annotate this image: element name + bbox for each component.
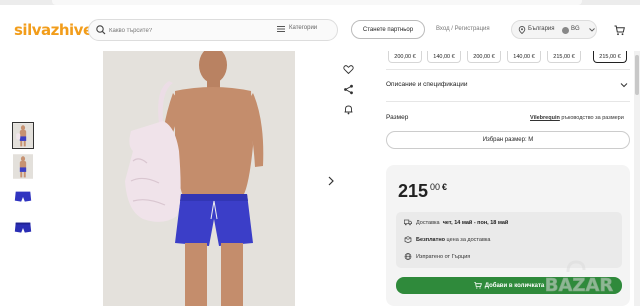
search-bar: Категории	[88, 19, 338, 41]
site-logo[interactable]: silvazhive	[14, 21, 93, 39]
model-photo	[103, 51, 295, 306]
description-specs-label: Описание и спецификации	[386, 81, 468, 88]
menu-icon[interactable]	[277, 25, 285, 33]
price-cents: 00	[430, 182, 441, 192]
chevron-down-icon	[620, 83, 628, 88]
share-icon[interactable]	[343, 84, 354, 95]
selected-size-button[interactable]: Избран размер: M	[386, 131, 630, 149]
categories-label[interactable]: Категории	[289, 25, 317, 31]
size-option-3[interactable]: 200,00 €	[467, 51, 501, 63]
globe-icon	[404, 253, 412, 260]
chevron-down-icon	[589, 28, 595, 32]
size-option-4[interactable]: 140,00 €	[507, 51, 541, 63]
description-specs-row[interactable]: Описание и спецификации	[386, 81, 630, 88]
free-shipping-row: Безплатно цена за доставка	[404, 236, 490, 243]
size-option-1[interactable]: 200,00 €	[388, 51, 422, 63]
delivery-label: Доставка	[416, 219, 440, 226]
thumbnail-1[interactable]	[12, 122, 34, 149]
location-pin-icon	[518, 26, 526, 34]
page-scrollbar[interactable]	[634, 51, 640, 306]
scrollbar-thumb[interactable]	[635, 55, 639, 95]
bazar-watermark: BAZAR	[530, 258, 628, 300]
search-input[interactable]	[109, 23, 259, 38]
become-partner-button[interactable]: Станете партньор	[351, 20, 425, 39]
thumbnail-4[interactable]	[12, 215, 34, 242]
thumbnail-2[interactable]	[12, 153, 34, 180]
shipped-from-text: Изпратено от Гърция	[416, 253, 471, 260]
locale-selector[interactable]: България BG	[511, 20, 597, 39]
divider	[386, 101, 630, 102]
free-text: цена за доставка	[446, 236, 491, 243]
delivery-dates: чет, 14 май - пон, 18 май	[442, 219, 509, 226]
size-option-2[interactable]: 140,00 €	[427, 51, 461, 63]
svg-text:BAZAR: BAZAR	[545, 275, 614, 296]
language-label: BG	[571, 26, 580, 32]
cart-icon	[474, 282, 482, 289]
thumbnail-3[interactable]	[12, 184, 34, 211]
product-main-image[interactable]	[103, 51, 295, 306]
size-option-5[interactable]: 215,00 €	[547, 51, 581, 63]
bazar-watermark-logo: BAZAR	[544, 260, 614, 296]
price-whole: 215	[398, 181, 429, 201]
size-option-6[interactable]: 215,00 €	[593, 51, 627, 63]
delivery-row: Доставка чет, 14 май - пон, 18 май	[404, 219, 508, 226]
site-header: silvazhive Категории Станете партньор Вх…	[0, 5, 640, 51]
box-icon	[404, 236, 412, 243]
country-label: България	[528, 26, 555, 32]
language-globe-icon	[562, 27, 569, 34]
price-currency: €	[442, 182, 448, 192]
bell-icon[interactable]	[343, 104, 354, 115]
next-image-arrow-icon[interactable]	[325, 175, 337, 187]
size-guide-brand: Vilebrequin	[530, 115, 560, 121]
heart-icon[interactable]	[343, 64, 354, 75]
cart-icon[interactable]	[614, 25, 625, 36]
size-guide-text: ръководство за размери	[561, 115, 624, 121]
size-label: Размер	[386, 114, 409, 121]
shipped-from-row: Изпратено от Гърция	[404, 253, 470, 260]
size-guide-link[interactable]: Vilebrequin ръководство за размери	[530, 115, 624, 121]
search-icon[interactable]	[95, 24, 107, 36]
truck-icon	[404, 219, 412, 226]
divider	[386, 69, 630, 70]
login-register-link[interactable]: Вход / Регистрация	[436, 26, 490, 32]
free-label: Безплатно	[416, 236, 445, 243]
